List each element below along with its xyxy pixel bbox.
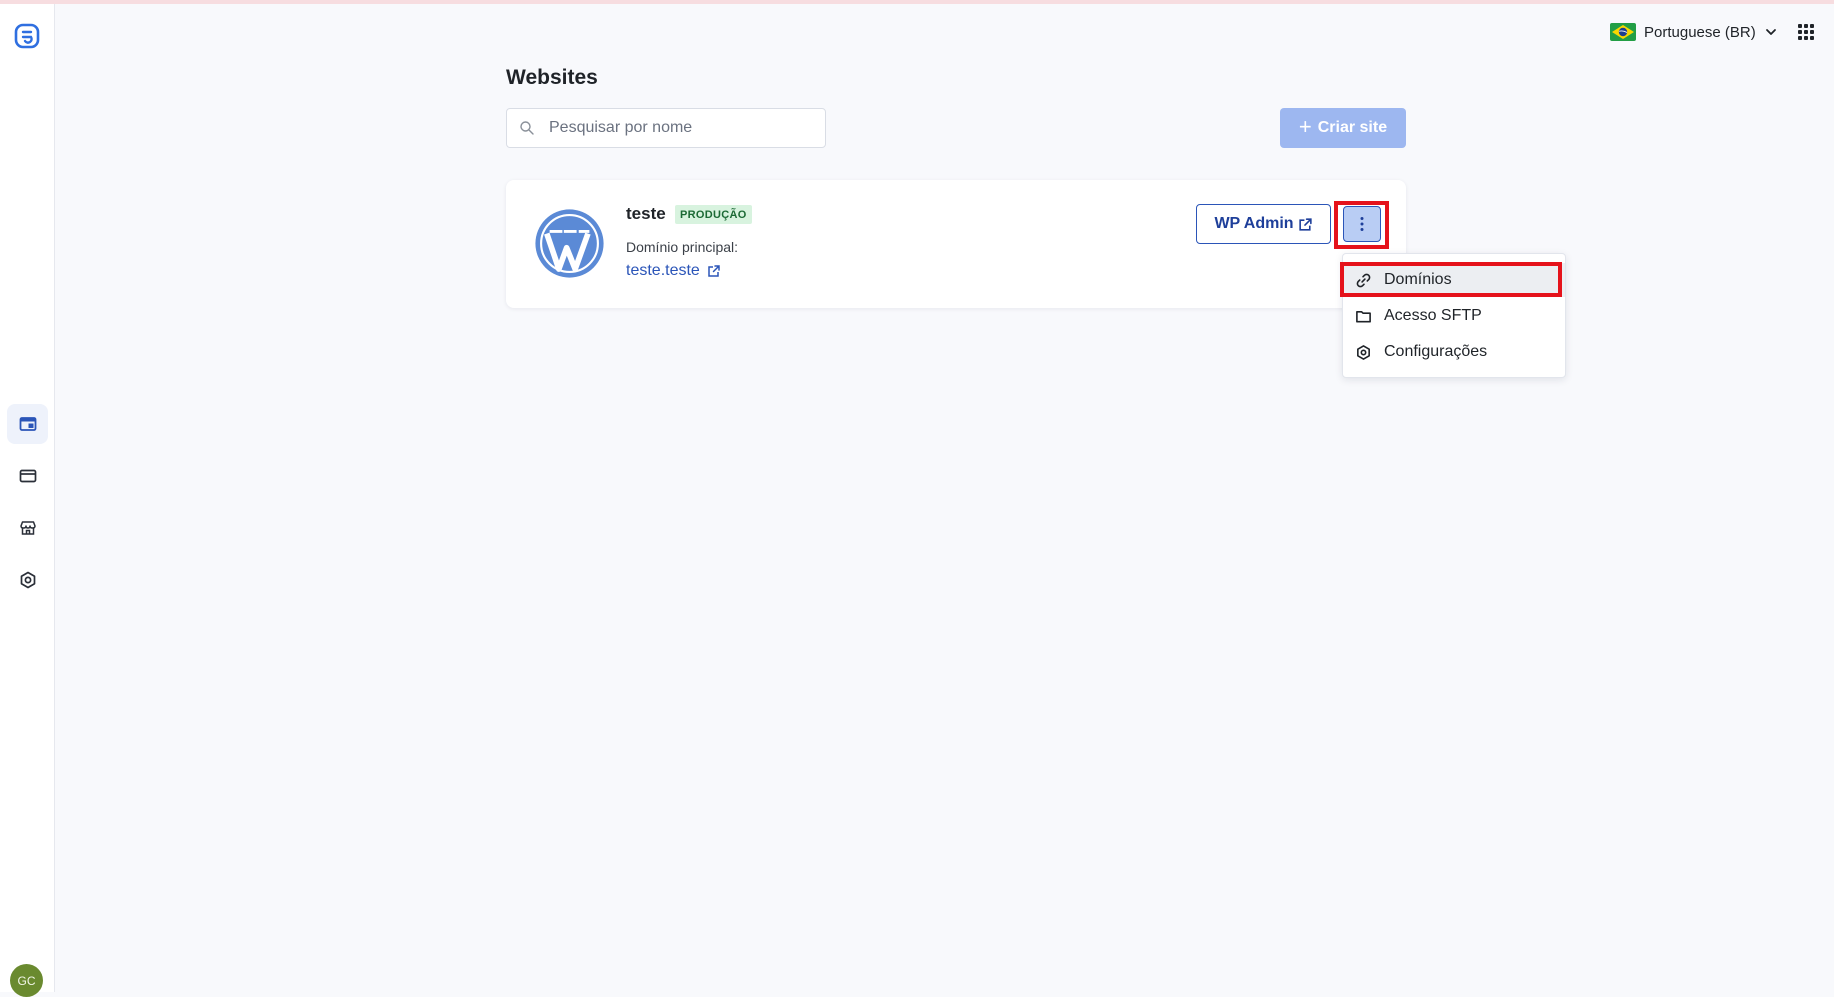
store-icon bbox=[19, 521, 36, 535]
wordpress-logo-icon bbox=[535, 209, 604, 278]
credit-card-icon bbox=[19, 469, 36, 483]
wp-admin-label: WP Admin bbox=[1214, 215, 1294, 232]
search-field[interactable] bbox=[506, 108, 826, 148]
menu-item-label: Configurações bbox=[1384, 343, 1488, 360]
page-title: Websites bbox=[506, 66, 598, 89]
avatar-initials: GC bbox=[17, 973, 36, 988]
search-icon bbox=[520, 121, 534, 135]
menu-item-label: Acesso SFTP bbox=[1384, 307, 1482, 324]
menu-item-domains[interactable]: Domínios bbox=[1343, 263, 1565, 297]
top-strip bbox=[0, 0, 1834, 4]
sidebar-item-websites[interactable] bbox=[7, 404, 48, 444]
websites-icon bbox=[19, 417, 36, 431]
sidebar-item-store[interactable] bbox=[7, 508, 48, 548]
language-selector[interactable]: Portuguese (BR) bbox=[1610, 20, 1778, 44]
link-icon bbox=[1356, 273, 1371, 287]
sidebar-item-settings[interactable] bbox=[7, 560, 48, 600]
create-site-button[interactable]: + Criar site bbox=[1280, 108, 1406, 148]
gear-icon bbox=[20, 571, 35, 589]
plus-icon: + bbox=[1298, 114, 1312, 139]
menu-item-label: Domínios bbox=[1384, 271, 1452, 288]
external-link-icon bbox=[708, 265, 720, 277]
external-link-icon bbox=[1298, 217, 1312, 231]
language-label: Portuguese (BR) bbox=[1644, 23, 1756, 41]
menu-item-sftp-access[interactable]: Acesso SFTP bbox=[1343, 299, 1565, 333]
wp-admin-button[interactable]: WP Admin bbox=[1196, 204, 1331, 244]
site-card: teste PRODUÇÃO Domínio principal: teste.… bbox=[506, 180, 1406, 308]
create-site-label: Criar site bbox=[1317, 119, 1388, 136]
search-input[interactable] bbox=[547, 118, 807, 138]
apps-grid-icon[interactable] bbox=[1798, 24, 1814, 40]
primary-domain-value: teste.teste bbox=[626, 262, 700, 279]
brazil-flag-icon bbox=[1610, 23, 1636, 41]
environment-badge: PRODUÇÃO bbox=[675, 205, 752, 224]
site-options-menu: Domínios Acesso SFTP Configurações bbox=[1342, 253, 1566, 378]
chevron-down-icon bbox=[1765, 29, 1776, 35]
site-name: teste bbox=[626, 204, 666, 223]
sidebar-item-billing[interactable] bbox=[7, 456, 48, 496]
menu-item-settings[interactable]: Configurações bbox=[1343, 335, 1565, 369]
gear-icon bbox=[1357, 344, 1370, 360]
more-options-button[interactable] bbox=[1343, 206, 1381, 242]
folder-icon bbox=[1356, 310, 1371, 322]
app-logo-icon[interactable] bbox=[13, 22, 41, 50]
avatar[interactable]: GC bbox=[10, 964, 43, 997]
primary-domain-label: Domínio principal: bbox=[626, 239, 739, 255]
primary-domain-link[interactable]: teste.teste bbox=[626, 262, 721, 280]
kebab-menu-icon bbox=[1360, 217, 1364, 231]
sidebar-rail: GC bbox=[0, 4, 55, 997]
